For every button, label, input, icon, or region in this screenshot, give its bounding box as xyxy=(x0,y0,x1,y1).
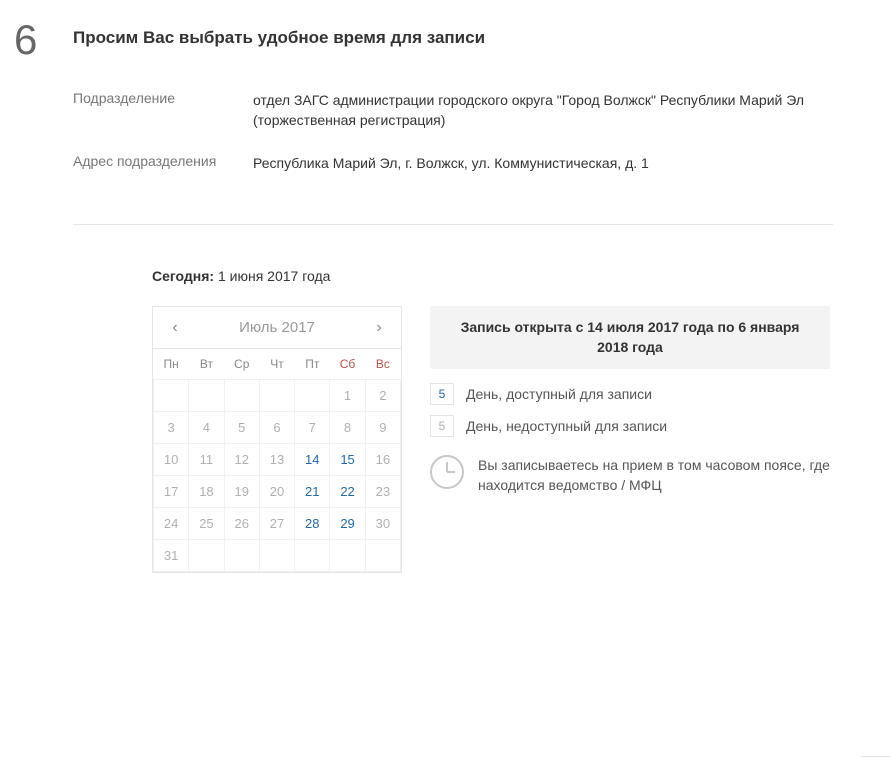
calendar-day: 18 xyxy=(189,476,224,508)
calendar-day xyxy=(224,380,259,412)
calendar-day[interactable]: 22 xyxy=(330,476,365,508)
calendar-day xyxy=(295,540,330,572)
address-label: Адрес подразделения xyxy=(73,153,253,173)
calendar-prev-button[interactable]: ‹ xyxy=(165,319,185,337)
legend-unavailable-text: День, недоступный для записи xyxy=(466,418,667,434)
calendar-day[interactable]: 29 xyxy=(330,508,365,540)
calendar-day[interactable]: 28 xyxy=(295,508,330,540)
weekday-header: Сб xyxy=(330,349,365,380)
calendar-day: 23 xyxy=(365,476,400,508)
weekday-header: Вт xyxy=(189,349,224,380)
calendar-day xyxy=(365,540,400,572)
legend-sample-unavailable: 5 xyxy=(430,415,454,437)
calendar-day: 13 xyxy=(259,444,294,476)
weekday-header: Пн xyxy=(154,349,189,380)
calendar-day xyxy=(189,540,224,572)
department-row: Подразделение отдел ЗАГС администрации г… xyxy=(73,90,833,131)
calendar-day: 27 xyxy=(259,508,294,540)
calendar-day xyxy=(189,380,224,412)
today-label: Сегодня: xyxy=(152,268,214,284)
legend-available-text: День, доступный для записи xyxy=(466,386,652,402)
calendar: ‹ Июль 2017 › ПнВтСрЧтПтСбВс 12345678910… xyxy=(152,306,402,573)
legend: Запись открыта с 14 июля 2017 года по 6 … xyxy=(430,306,830,496)
address-row: Адрес подразделения Республика Марий Эл,… xyxy=(73,153,833,173)
calendar-day xyxy=(330,540,365,572)
calendar-day: 12 xyxy=(224,444,259,476)
calendar-day xyxy=(295,380,330,412)
calendar-day: 19 xyxy=(224,476,259,508)
calendar-grid: ПнВтСрЧтПтСбВс 1234567891011121314151617… xyxy=(153,349,401,572)
calendar-day: 1 xyxy=(330,380,365,412)
calendar-day xyxy=(154,380,189,412)
calendar-day: 17 xyxy=(154,476,189,508)
calendar-day: 20 xyxy=(259,476,294,508)
calendar-day: 3 xyxy=(154,412,189,444)
legend-available-row: 5 День, доступный для записи xyxy=(430,383,830,405)
calendar-day: 6 xyxy=(259,412,294,444)
calendar-day: 30 xyxy=(365,508,400,540)
calendar-day: 24 xyxy=(154,508,189,540)
calendar-day: 25 xyxy=(189,508,224,540)
department-value: отдел ЗАГС администрации городского окру… xyxy=(253,90,833,131)
calendar-day[interactable]: 14 xyxy=(295,444,330,476)
calendar-day: 5 xyxy=(224,412,259,444)
calendar-day: 4 xyxy=(189,412,224,444)
weekday-header: Вс xyxy=(365,349,400,380)
divider xyxy=(73,224,833,225)
legend-sample-available: 5 xyxy=(430,383,454,405)
booking-window-banner: Запись открыта с 14 июля 2017 года по 6 … xyxy=(430,306,830,369)
calendar-day: 16 xyxy=(365,444,400,476)
calendar-day: 2 xyxy=(365,380,400,412)
calendar-day: 31 xyxy=(154,540,189,572)
step-number: 6 xyxy=(14,16,37,64)
calendar-day: 11 xyxy=(189,444,224,476)
department-label: Подразделение xyxy=(73,90,253,131)
clock-icon xyxy=(430,455,464,489)
timezone-note-text: Вы записываетесь на прием в том часовом … xyxy=(478,455,830,496)
step-title: Просим Вас выбрать удобное время для зап… xyxy=(73,28,485,48)
today-line: Сегодня: 1 июня 2017 года xyxy=(152,268,330,284)
calendar-month-label: Июль 2017 xyxy=(239,319,315,336)
calendar-day: 26 xyxy=(224,508,259,540)
address-value: Республика Марий Эл, г. Волжск, ул. Комм… xyxy=(253,153,649,173)
weekday-header: Чт xyxy=(259,349,294,380)
timezone-note: Вы записываетесь на прием в том часовом … xyxy=(430,455,830,496)
calendar-day xyxy=(259,380,294,412)
weekday-header: Пт xyxy=(295,349,330,380)
legend-unavailable-row: 5 День, недоступный для записи xyxy=(430,415,830,437)
weekday-header: Ср xyxy=(224,349,259,380)
calendar-day: 7 xyxy=(295,412,330,444)
today-value: 1 июня 2017 года xyxy=(218,268,330,284)
calendar-day xyxy=(259,540,294,572)
calendar-day[interactable]: 21 xyxy=(295,476,330,508)
calendar-day: 8 xyxy=(330,412,365,444)
calendar-day: 9 xyxy=(365,412,400,444)
calendar-day xyxy=(224,540,259,572)
calendar-header: ‹ Июль 2017 › xyxy=(153,307,401,349)
calendar-day[interactable]: 15 xyxy=(330,444,365,476)
calendar-day: 10 xyxy=(154,444,189,476)
calendar-next-button[interactable]: › xyxy=(369,319,389,337)
info-block: Подразделение отдел ЗАГС администрации г… xyxy=(73,90,833,195)
